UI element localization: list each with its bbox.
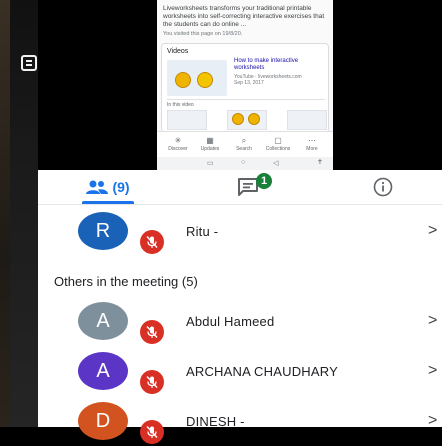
video-title: How to make interactive worksheets xyxy=(234,58,299,71)
participant-name: Abdul Hameed xyxy=(186,313,275,329)
shared-screen-view: Liveworksheets transforms your tradition… xyxy=(157,0,333,170)
in-this-video-label: In this video xyxy=(167,99,325,109)
videos-heading: Videos xyxy=(167,48,189,55)
collections-icon: ▢ xyxy=(274,136,282,145)
mic-off-icon xyxy=(140,370,164,394)
participant-name: Ritu - xyxy=(186,223,219,239)
avatar: A xyxy=(78,302,128,340)
avatar: A xyxy=(78,352,128,390)
back-icon: ◁ xyxy=(273,160,279,167)
panel-tabs: (9) 1 xyxy=(38,170,442,205)
avatar: R xyxy=(78,212,128,250)
mic-off-icon xyxy=(140,320,164,344)
nav-updates: ▦ Updates xyxy=(195,136,225,152)
recents-icon: ▭ xyxy=(207,160,214,167)
unread-chat-badge: 1 xyxy=(256,173,272,189)
search-icon: ⌕ xyxy=(241,136,247,145)
chevron-right-icon[interactable]: > xyxy=(428,296,437,346)
people-icon xyxy=(86,180,109,194)
google-app-nav: ✳ Discover ▦ Updates ⌕ Search ▢ Collections … xyxy=(157,131,333,158)
participant-row-pinned[interactable]: R Ritu - > xyxy=(38,206,442,256)
participant-row[interactable]: A Abdul Hameed > xyxy=(38,296,442,346)
tab-info[interactable] xyxy=(368,170,398,204)
avatar: D xyxy=(78,402,128,440)
mic-off-icon xyxy=(140,230,164,254)
video-moments-strip xyxy=(167,110,327,130)
section-title-others: Others in the meeting (5) xyxy=(54,274,198,289)
more-icon: ⋯ xyxy=(308,136,316,145)
participant-row[interactable]: D DINESH - > xyxy=(38,396,442,446)
home-icon: ○ xyxy=(241,159,246,166)
people-count: (9) xyxy=(112,179,130,195)
nav-more: ⋯ More xyxy=(297,136,327,152)
nav-search: ⌕ Search xyxy=(229,136,259,152)
android-nav-bar: ▭ ○ ◁ ✝ xyxy=(157,157,333,170)
asterisk-icon: ✳ xyxy=(174,136,182,145)
mic-off-icon xyxy=(140,420,164,444)
updates-icon: ▦ xyxy=(206,136,214,145)
chevron-right-icon[interactable]: > xyxy=(428,396,437,446)
chevron-right-icon[interactable]: > xyxy=(428,206,437,256)
participant-name: ARCHANA CHAUDHARY xyxy=(186,363,338,379)
present-screen-icon[interactable] xyxy=(20,54,38,72)
videos-card: Videos How to make interactive worksheet… xyxy=(161,43,329,133)
nav-collections: ▢ Collections xyxy=(263,136,293,152)
chevron-right-icon[interactable]: > xyxy=(428,346,437,396)
search-result-snippet: Liveworksheets transforms your tradition… xyxy=(163,5,325,28)
nav-discover: ✳ Discover xyxy=(163,136,193,152)
participant-name: DINESH - xyxy=(186,413,245,429)
tab-people[interactable]: (9) xyxy=(78,170,138,204)
video-source: YouTube · liveworksheets.com Sep 13, 2017 xyxy=(234,74,302,86)
visited-note: You visited this page on 19/8/20. xyxy=(163,31,243,37)
participant-row[interactable]: A ARCHANA CHAUDHARY > xyxy=(38,346,442,396)
info-icon xyxy=(373,177,393,197)
active-tab-indicator xyxy=(82,201,134,204)
accessibility-icon: ✝ xyxy=(317,159,323,166)
video-thumbnail xyxy=(167,60,227,96)
meeting-details-panel: (9) 1 R Ritu - > Others in the meeting (… xyxy=(38,170,442,444)
